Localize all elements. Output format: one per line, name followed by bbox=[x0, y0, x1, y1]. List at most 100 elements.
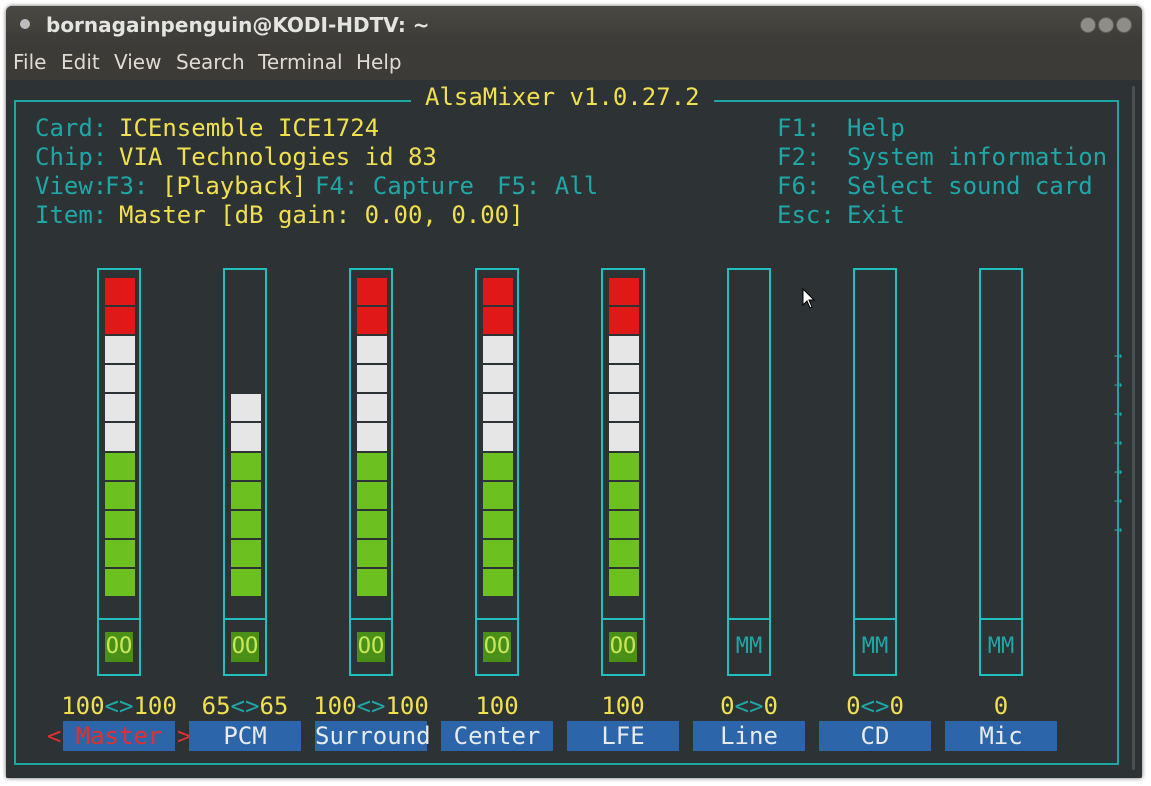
menu-search[interactable]: Search bbox=[176, 50, 245, 74]
meter-segment bbox=[105, 278, 135, 306]
mute-toggle-surround[interactable]: OO bbox=[349, 618, 393, 676]
menu-file[interactable]: File bbox=[13, 50, 46, 74]
volume-meter-center[interactable] bbox=[475, 268, 519, 676]
mute-toggle-center[interactable]: OO bbox=[475, 618, 519, 676]
meter-segment bbox=[609, 539, 639, 567]
volume-meter-pcm[interactable] bbox=[223, 268, 267, 676]
scroll-arrow-icon: → bbox=[1114, 348, 1123, 364]
view-capture[interactable]: F4: Capture bbox=[315, 172, 474, 201]
channel-name-lfe[interactable]: LFE bbox=[567, 721, 679, 751]
mute-toggle-pcm[interactable]: OO bbox=[223, 618, 267, 676]
volume-meter-cd[interactable] bbox=[853, 268, 897, 676]
menu-terminal[interactable]: Terminal bbox=[258, 50, 343, 74]
meter-segment bbox=[231, 539, 261, 567]
meter-segment bbox=[357, 336, 387, 364]
chip-label: Chip: bbox=[35, 143, 108, 171]
meter-segment bbox=[231, 394, 261, 422]
meter-segment bbox=[105, 394, 135, 422]
meter-segment bbox=[483, 452, 513, 480]
channel-name-cd[interactable]: CD bbox=[819, 721, 931, 751]
channel-name-pcm[interactable]: PCM bbox=[189, 721, 301, 751]
meter-segment bbox=[357, 365, 387, 393]
item-label: Item: bbox=[35, 201, 108, 229]
key-f1-action[interactable]: Help bbox=[847, 114, 905, 143]
mute-toggle-line[interactable]: MM bbox=[727, 618, 771, 676]
card-label: Card: bbox=[35, 114, 108, 142]
minimize-icon[interactable] bbox=[1080, 17, 1096, 33]
meter-segment bbox=[357, 452, 387, 480]
mute-indicator: MM bbox=[987, 634, 1015, 659]
volume-meter-master[interactable] bbox=[97, 268, 141, 676]
key-f6-action[interactable]: Select sound card bbox=[847, 172, 1093, 201]
chip-value: VIA Technologies id 83 bbox=[119, 143, 437, 171]
volume-meter-mic[interactable] bbox=[979, 268, 1023, 676]
key-esc-action[interactable]: Exit bbox=[847, 201, 905, 230]
channel-name-mic[interactable]: Mic bbox=[945, 721, 1057, 751]
window-menu-icon[interactable] bbox=[20, 19, 30, 29]
meter-segment bbox=[357, 307, 387, 335]
meter-segment bbox=[609, 336, 639, 364]
view-playback[interactable]: [Playback] bbox=[162, 172, 307, 201]
meter-segment bbox=[105, 365, 135, 393]
meter-segment bbox=[483, 481, 513, 509]
channel-name-master[interactable]: Master bbox=[63, 721, 175, 751]
level-readout: 0<>0 bbox=[846, 692, 904, 720]
meter-segment bbox=[231, 568, 261, 596]
mute-toggle-lfe[interactable]: OO bbox=[601, 618, 645, 676]
channel-name-line[interactable]: Line bbox=[693, 721, 805, 751]
menu-edit[interactable]: Edit bbox=[61, 50, 100, 74]
level-readout: 0<>0 bbox=[720, 692, 778, 720]
meter-segment bbox=[609, 452, 639, 480]
terminal-window: bornagainpenguin@KODI-HDTV: ~ File Edit … bbox=[6, 6, 1142, 778]
mute-toggle-cd[interactable]: MM bbox=[853, 618, 897, 676]
key-f1: F1: bbox=[777, 114, 821, 142]
volume-meter-line[interactable] bbox=[727, 268, 771, 676]
meter-segment bbox=[483, 394, 513, 422]
meter-segment bbox=[105, 423, 135, 451]
selection-left-arrow: < bbox=[47, 722, 62, 750]
meter-segment bbox=[105, 481, 135, 509]
menu-view[interactable]: View bbox=[114, 50, 161, 74]
level-readout: 100<>100 bbox=[61, 692, 177, 720]
close-icon[interactable] bbox=[1116, 17, 1132, 33]
meter-segment bbox=[357, 394, 387, 422]
scrollbar[interactable] bbox=[1126, 80, 1142, 778]
scroll-arrow-icon: → bbox=[1114, 377, 1123, 393]
meter-segment bbox=[483, 278, 513, 306]
meter-segment bbox=[483, 568, 513, 596]
volume-meter-surround[interactable] bbox=[349, 268, 393, 676]
mute-indicator: MM bbox=[735, 634, 763, 659]
volume-meter-lfe[interactable] bbox=[601, 268, 645, 676]
level-readout: 100 bbox=[475, 692, 519, 720]
meter-segment bbox=[231, 481, 261, 509]
mute-indicator: OO bbox=[609, 632, 637, 662]
item-value: Master [dB gain: 0.00, 0.00] bbox=[119, 201, 524, 229]
maximize-icon[interactable] bbox=[1098, 17, 1114, 33]
meter-segment bbox=[357, 510, 387, 538]
menu-help[interactable]: Help bbox=[356, 50, 402, 74]
mute-indicator: OO bbox=[357, 632, 385, 662]
mute-indicator: OO bbox=[231, 632, 259, 662]
channel-name-center[interactable]: Center bbox=[441, 721, 553, 751]
level-readout: 100 bbox=[601, 692, 645, 720]
meter-segment bbox=[483, 365, 513, 393]
scrollbar-track[interactable] bbox=[1132, 86, 1135, 770]
key-f2-action[interactable]: System information bbox=[847, 143, 1107, 172]
channel-name-surround[interactable]: Surround bbox=[315, 721, 431, 751]
meter-segment bbox=[483, 336, 513, 364]
mute-toggle-mic[interactable]: MM bbox=[979, 618, 1023, 676]
view-label: View: bbox=[35, 172, 108, 200]
key-esc: Esc: bbox=[777, 201, 835, 229]
scroll-arrow-icon: → bbox=[1114, 464, 1123, 480]
title-bar[interactable]: bornagainpenguin@KODI-HDTV: ~ bbox=[6, 6, 1142, 44]
meter-segment bbox=[609, 307, 639, 335]
meter-segment bbox=[231, 423, 261, 451]
terminal-area[interactable]: AlsaMixer v1.0.27.2 Card: ICEnsemble ICE… bbox=[6, 80, 1126, 778]
mute-toggle-master[interactable]: OO bbox=[97, 618, 141, 676]
meter-segment bbox=[105, 307, 135, 335]
meter-segment bbox=[609, 481, 639, 509]
meter-segment bbox=[609, 568, 639, 596]
view-f3: F3: bbox=[105, 172, 149, 200]
meter-segment bbox=[483, 510, 513, 538]
view-all[interactable]: F5: All bbox=[497, 172, 598, 201]
